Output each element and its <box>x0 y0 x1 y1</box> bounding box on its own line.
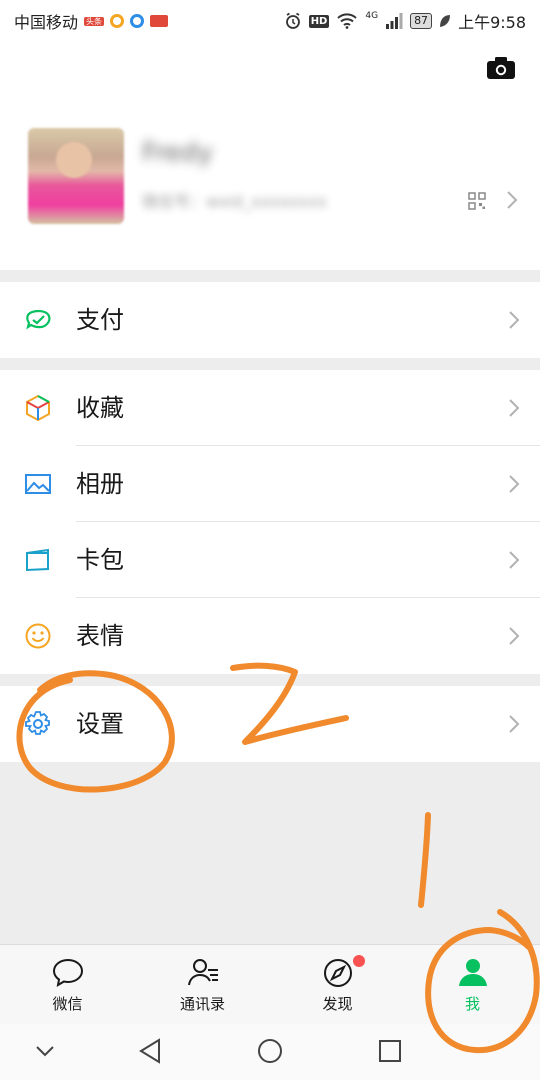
section-gap <box>0 270 540 282</box>
profile-header[interactable]: Fredy 微信号：wxid_xxxxxxxx <box>0 38 540 270</box>
status-bar: 中国移动 头条 HD 4G 87 上午9:58 <box>0 0 540 38</box>
alarm-icon <box>285 12 300 29</box>
chevron-right-icon <box>509 399 520 417</box>
tab-chats[interactable]: 微信 <box>0 945 135 1025</box>
system-navigation-bar <box>0 1024 540 1080</box>
clock-label: 上午9:58 <box>458 13 526 32</box>
chevron-down-icon[interactable] <box>30 1036 60 1066</box>
home-icon[interactable] <box>255 1036 285 1066</box>
app-notification-icon <box>110 14 125 28</box>
chat-bubble-icon <box>52 958 83 987</box>
menu-label-settings: 设置 <box>76 710 124 738</box>
camera-icon[interactable] <box>486 56 516 80</box>
card-wallet-icon <box>26 548 49 572</box>
browser-notification-icon <box>130 14 145 28</box>
section-gap <box>0 674 540 686</box>
chevron-right-icon <box>509 311 520 329</box>
signal-icon <box>386 13 403 29</box>
menu-item-cards[interactable]: 卡包 <box>0 522 540 598</box>
wallet-icon <box>26 309 51 330</box>
qr-code-icon[interactable] <box>468 192 486 210</box>
network-type-label: 4G <box>365 11 379 21</box>
tab-label: 通讯录 <box>179 995 225 1013</box>
tab-me[interactable]: 我 <box>405 945 540 1025</box>
recents-icon[interactable] <box>375 1036 405 1066</box>
carrier-label: 中国移动 <box>14 13 79 32</box>
tab-discover[interactable]: 发现 <box>270 945 405 1025</box>
chevron-right-icon <box>509 475 520 493</box>
menu-label-favorites: 收藏 <box>76 394 124 422</box>
picture-icon <box>25 474 51 494</box>
menu-item-stickers[interactable]: 表情 <box>0 598 540 674</box>
wifi-icon <box>337 13 358 29</box>
back-icon[interactable] <box>136 1036 166 1066</box>
chevron-right-icon <box>509 715 520 733</box>
notification-dot <box>353 955 365 967</box>
menu-label-album: 相册 <box>76 470 124 498</box>
menu-item-settings[interactable]: 设置 <box>0 686 540 762</box>
nickname: Fredy <box>142 138 214 168</box>
menu-label-stickers: 表情 <box>76 622 124 650</box>
cube-icon <box>26 394 50 422</box>
chevron-right-icon <box>509 551 520 569</box>
menu-item-pay[interactable]: 支付 <box>0 282 540 358</box>
chevron-right-icon <box>507 191 518 209</box>
news-notification-icon: 头条 <box>84 16 105 26</box>
leaf-icon <box>440 15 451 27</box>
gear-icon <box>25 711 50 735</box>
battery-indicator: 87 <box>410 13 433 29</box>
chevron-right-icon <box>509 627 520 645</box>
section-gap <box>0 358 540 370</box>
annotation-number-1 <box>418 812 431 908</box>
menu-label-cards: 卡包 <box>76 546 124 574</box>
smiley-icon <box>25 623 51 649</box>
compass-icon <box>323 959 352 987</box>
tab-label: 我 <box>464 995 480 1013</box>
menu-label-pay: 支付 <box>76 306 124 334</box>
app-badge-icon <box>150 15 169 27</box>
tab-contacts[interactable]: 通讯录 <box>135 945 270 1025</box>
bottom-tab-bar: 微信 通讯录 发现 我 <box>0 944 540 1024</box>
hd-voice-icon: HD <box>308 14 330 28</box>
contacts-icon <box>187 959 218 986</box>
wechat-id: 微信号：wxid_xxxxxxxx <box>142 192 327 211</box>
menu-item-album[interactable]: 相册 <box>0 446 540 522</box>
person-icon <box>458 959 487 986</box>
menu-item-favorites[interactable]: 收藏 <box>0 370 540 446</box>
tab-label: 发现 <box>322 995 353 1013</box>
tab-label: 微信 <box>52 995 83 1013</box>
avatar[interactable] <box>28 128 124 224</box>
